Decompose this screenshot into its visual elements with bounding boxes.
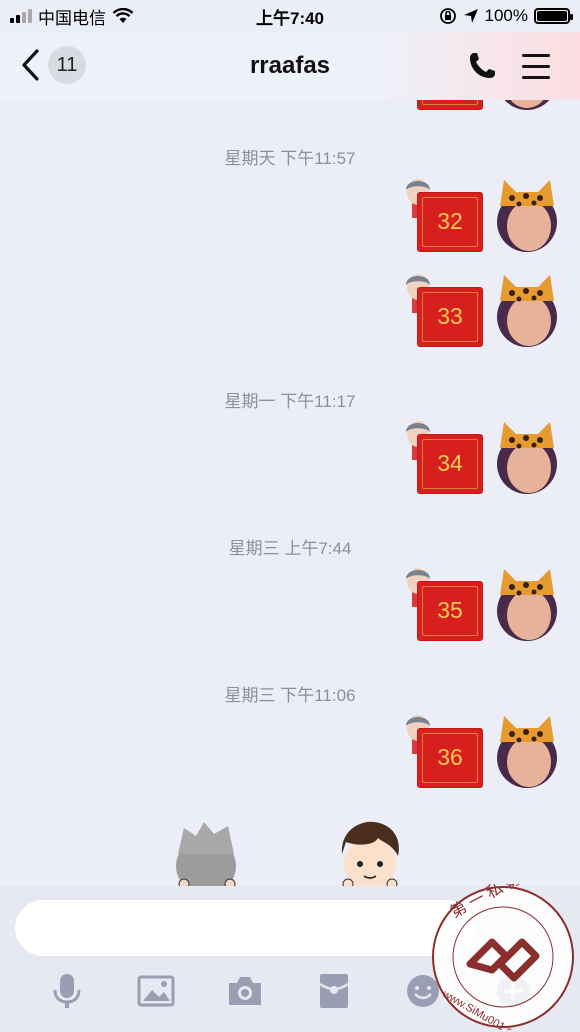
- carrier-label: 中国电信: [38, 8, 106, 28]
- signal-icon: [10, 9, 32, 23]
- phone-icon[interactable]: [466, 50, 498, 82]
- message-row-partial: [0, 100, 580, 116]
- timestamp: 星期三 下午11:06: [224, 686, 356, 705]
- bubble-number: 34: [437, 450, 463, 476]
- peek-characters: [0, 818, 580, 888]
- message-input[interactable]: [15, 900, 475, 956]
- message-row: 34: [0, 418, 580, 500]
- rotation-lock-icon: [439, 8, 456, 24]
- watermark-logo: 第 一 私 募 www.SiMu001.cn: [432, 884, 574, 1030]
- status-bar: 中国电信 上午7:40 100%: [0, 0, 580, 32]
- gray-character-icon: [176, 822, 236, 888]
- mic-icon[interactable]: [48, 972, 86, 1010]
- nav-bar: 11 rraafas: [0, 32, 580, 100]
- message-row: 32: [0, 176, 580, 258]
- red-packet-bubble[interactable]: 33: [417, 287, 483, 347]
- avatar: [497, 716, 557, 788]
- bubble-number: 32: [437, 208, 463, 234]
- image-icon[interactable]: [137, 972, 175, 1010]
- status-right: 100%: [439, 6, 573, 26]
- avatar: [497, 422, 557, 494]
- boy-character-icon: [341, 821, 399, 888]
- message-row: 35: [0, 565, 580, 647]
- avatar: [504, 100, 550, 110]
- red-packet-bubble[interactable]: 32: [417, 192, 483, 252]
- wifi-icon: [112, 8, 134, 23]
- message-row: 33: [0, 271, 580, 353]
- message-list[interactable]: 星期天 下午11:57 32 33 星期一 下午11:17 34 星期三 上午7…: [0, 100, 580, 885]
- avatar: [497, 275, 557, 347]
- battery-icon: [534, 8, 573, 24]
- avatar: [497, 180, 557, 252]
- location-icon: [463, 9, 478, 23]
- camera-icon[interactable]: [226, 972, 264, 1010]
- timestamp: 星期三 上午7:44: [228, 539, 352, 558]
- unread-badge: 11: [48, 46, 86, 84]
- chevron-left-icon: [22, 49, 39, 81]
- red-packet-bubble[interactable]: 34: [417, 434, 483, 494]
- red-packet-icon[interactable]: [315, 972, 353, 1010]
- status-left: 中国电信: [10, 4, 134, 29]
- bubble-number: 33: [437, 303, 463, 329]
- timestamp: 星期天 下午11:57: [224, 149, 356, 168]
- bubble-number: 35: [437, 597, 463, 623]
- red-packet-bubble[interactable]: [417, 100, 483, 110]
- avatar: [497, 569, 557, 641]
- message-row: 36: [0, 712, 580, 794]
- red-packet-bubble[interactable]: 35: [417, 581, 483, 641]
- timestamp: 星期一 下午11:17: [224, 392, 356, 411]
- back-button[interactable]: 11: [18, 46, 86, 84]
- bubble-number: 36: [437, 744, 463, 770]
- red-packet-bubble[interactable]: 36: [417, 728, 483, 788]
- battery-percent: 100%: [484, 6, 528, 25]
- menu-icon[interactable]: [520, 50, 552, 82]
